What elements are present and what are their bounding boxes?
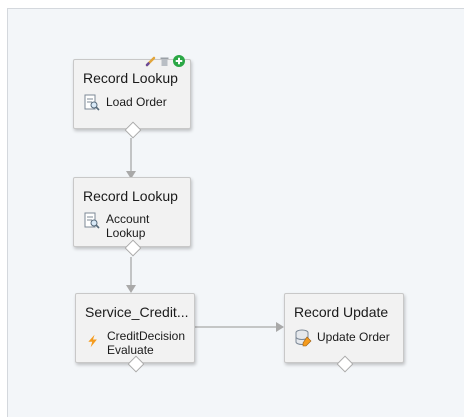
flow-canvas[interactable]: Record Lookup Load Order Record Lookup A… xyxy=(7,8,464,417)
edit-icon[interactable] xyxy=(145,56,156,67)
record-lookup-icon xyxy=(84,212,100,229)
add-icon[interactable] xyxy=(173,55,185,67)
record-update-icon xyxy=(295,329,312,347)
node-label: Account xyxy=(106,212,150,226)
node-label: Evaluate xyxy=(107,343,154,357)
flow-node-service-credit[interactable]: Service_Credit... CreditDecision Evaluat… xyxy=(75,293,195,373)
arrowhead xyxy=(126,285,136,293)
lightning-bolt-icon xyxy=(88,334,97,348)
flow-node-update-order[interactable]: Record Update Update Order xyxy=(284,293,404,373)
flow-node-account-lookup[interactable]: Record Lookup Account Lookup xyxy=(73,177,191,257)
node-label: Load Order xyxy=(106,95,167,109)
node-type-title: Record Update xyxy=(294,304,389,320)
node-label: Lookup xyxy=(106,226,146,240)
node-label: CreditDecision xyxy=(107,329,186,343)
record-lookup-icon xyxy=(84,94,100,111)
node-label: Update Order xyxy=(317,330,390,344)
node-type-title: Service_Credit... xyxy=(85,304,189,320)
arrowhead xyxy=(276,322,284,332)
flow-node-load-order[interactable]: Record Lookup Load Order xyxy=(73,55,191,139)
delete-icon[interactable] xyxy=(159,56,170,67)
node-type-title: Record Lookup xyxy=(83,188,178,204)
node-type-title: Record Lookup xyxy=(83,70,178,86)
node-toolbar xyxy=(145,55,185,67)
